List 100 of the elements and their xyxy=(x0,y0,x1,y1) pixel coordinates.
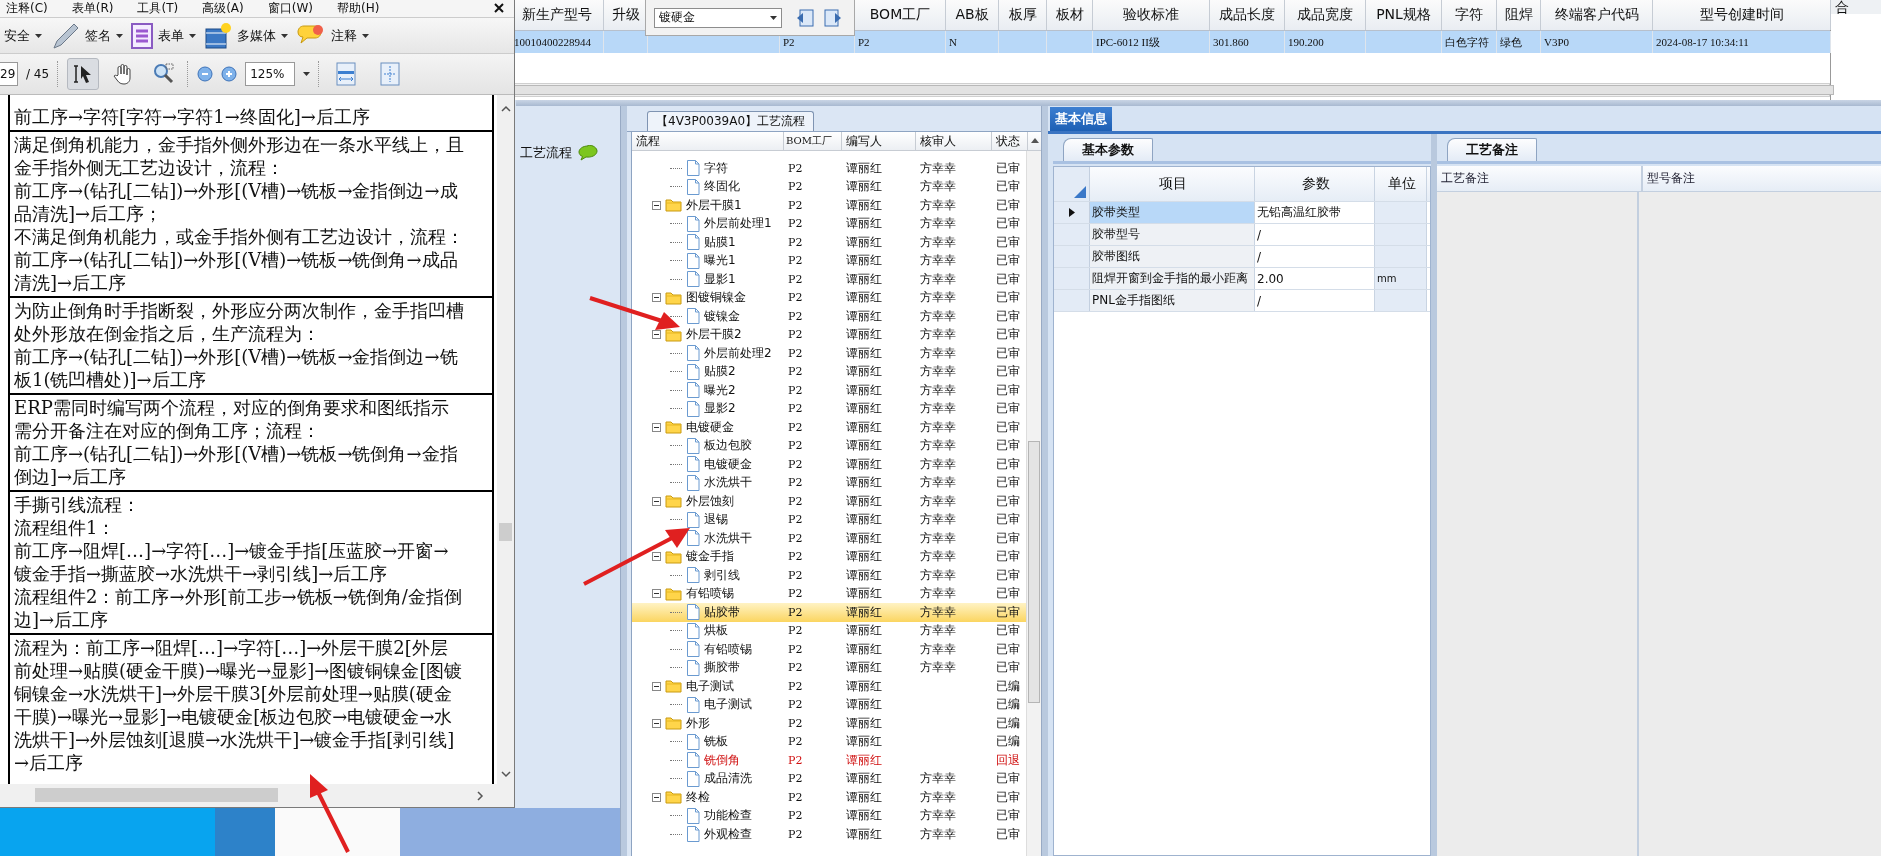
column-header[interactable]: 编写人 xyxy=(842,132,916,150)
param-row[interactable]: 胶带图纸 / xyxy=(1054,246,1430,268)
column-header[interactable]: 单位 xyxy=(1375,167,1427,201)
close-icon[interactable] xyxy=(494,3,504,13)
collapse-icon[interactable] xyxy=(652,496,661,506)
speech-bubble-icon[interactable] xyxy=(578,145,598,161)
tree-row[interactable]: 电镀硬金 P2 谭丽红 方幸幸 已审 xyxy=(632,418,1026,437)
menu-item[interactable]: 表单(R) xyxy=(71,0,114,17)
column-header[interactable]: 字符 xyxy=(1442,0,1497,30)
tree-row[interactable]: 图镀铜镍金 P2 谭丽红 方幸幸 已审 xyxy=(632,288,1026,307)
column-header[interactable]: PNL规格 xyxy=(1366,0,1442,30)
column-header[interactable]: AB板 xyxy=(946,0,999,30)
column-header[interactable]: 板厚 xyxy=(999,0,1047,30)
tree-row[interactable]: 成品清洗 P2 谭丽红 方幸幸 已审 xyxy=(632,769,1026,788)
collapse-icon[interactable] xyxy=(652,552,661,562)
tree-row[interactable]: 烘板 P2 谭丽红 方幸幸 已审 xyxy=(632,621,1026,640)
tree-row[interactable]: 外形 P2 谭丽红 已编 xyxy=(632,714,1026,733)
notes-tab[interactable]: 工艺备注 xyxy=(1447,138,1537,161)
fit-button[interactable] xyxy=(336,62,357,86)
tree-row[interactable]: 有铅喷锡 P2 谭丽红 方幸幸 已审 xyxy=(632,640,1026,659)
panel-tab[interactable]: 工艺流程 xyxy=(520,144,572,162)
tree-row[interactable]: 水洗烘干 P2 谭丽红 方幸幸 已审 xyxy=(632,473,1026,492)
collapse-icon[interactable] xyxy=(652,792,661,802)
scroll-thumb[interactable] xyxy=(1028,441,1040,703)
collapse-icon[interactable] xyxy=(652,422,661,432)
tree-row[interactable]: 铣板 P2 谭丽红 已编 xyxy=(632,732,1026,751)
column-header[interactable]: 验收标准 xyxy=(1093,0,1210,30)
toolbar-button[interactable]: 签名 xyxy=(50,20,123,51)
menu-item[interactable]: 帮助(H) xyxy=(336,0,380,17)
vertical-scrollbar[interactable] xyxy=(1026,151,1041,856)
collapse-icon[interactable] xyxy=(652,718,661,728)
tree-row[interactable]: 功能检查 P2 谭丽红 方幸幸 已审 xyxy=(632,806,1026,825)
tree-row[interactable]: 外层前处理2 P2 谭丽红 方幸幸 已审 xyxy=(632,344,1026,363)
collapse-icon[interactable] xyxy=(652,589,661,599)
column-header[interactable]: 流程 xyxy=(632,132,784,150)
tree-row[interactable]: 贴胶带 P2 谭丽红 方幸幸 已审 xyxy=(632,603,1026,622)
collapse-icon[interactable] xyxy=(652,200,661,210)
column-header[interactable]: BOM工厂 xyxy=(784,132,842,150)
column-header[interactable]: 项目 xyxy=(1090,167,1255,201)
info-tab[interactable]: 基本信息 xyxy=(1050,107,1112,131)
param-row[interactable]: 胶带类型 无铅高温红胶带 xyxy=(1054,202,1430,224)
collapse-icon[interactable] xyxy=(652,681,661,691)
tree-row[interactable]: 外层干膜2 P2 谭丽红 方幸幸 已审 xyxy=(632,325,1026,344)
tree-row[interactable]: 板边包胶 P2 谭丽红 方幸幸 已审 xyxy=(632,436,1026,455)
toolbar-button[interactable]: 多媒体 xyxy=(204,21,288,50)
tree-row[interactable]: 外层蚀刻 P2 谭丽红 方幸幸 已审 xyxy=(632,492,1026,511)
zoom-button[interactable] xyxy=(221,66,238,82)
column-header[interactable]: 阻焊 xyxy=(1497,0,1541,30)
menu-item[interactable]: 注释(C) xyxy=(6,0,48,17)
tree-row[interactable]: 铣倒角 P2 谭丽红 回退 xyxy=(632,751,1026,770)
column-header[interactable]: 参数 xyxy=(1255,167,1375,201)
page-number-field[interactable]: 29 xyxy=(0,62,18,86)
tree-row[interactable]: 显影1 P2 谭丽红 方幸幸 已审 xyxy=(632,270,1026,289)
toolbar-button[interactable]: 表单 xyxy=(131,22,196,49)
scroll-thumb[interactable] xyxy=(35,788,278,802)
menu-item[interactable]: 窗口(W) xyxy=(267,0,313,17)
column-header[interactable]: 终端客户代码 xyxy=(1541,0,1653,30)
tree-row[interactable]: 镀镍金 P2 谭丽红 方幸幸 已审 xyxy=(632,307,1026,326)
tree-row[interactable]: 有铅喷锡 P2 谭丽红 方幸幸 已审 xyxy=(632,584,1026,603)
params-tab[interactable]: 基本参数 xyxy=(1063,138,1153,161)
tree-row[interactable]: 曝光1 P2 谭丽红 方幸幸 已审 xyxy=(632,251,1026,270)
tree-row[interactable]: 贴膜1 P2 谭丽红 方幸幸 已审 xyxy=(632,233,1026,252)
tree-row[interactable]: 电镀硬金 P2 谭丽红 方幸幸 已审 xyxy=(632,455,1026,474)
tree-row[interactable]: 外层前处理1 P2 谭丽红 方幸幸 已审 xyxy=(632,214,1026,233)
dropdown-field[interactable]: 镀硬金 xyxy=(654,7,782,28)
column-header[interactable]: 型号备注 xyxy=(1643,166,1881,191)
toolbar-button[interactable]: 注释 xyxy=(296,22,369,49)
collapse-icon[interactable] xyxy=(652,293,661,303)
caret-icon[interactable] xyxy=(303,72,311,76)
tree-row[interactable]: 贴膜2 P2 谭丽红 方幸幸 已审 xyxy=(632,362,1026,381)
tree-row[interactable]: 终固化 P2 谭丽红 方幸幸 已审 xyxy=(632,177,1026,196)
tree-row[interactable]: 外层干膜1 P2 谭丽红 方幸幸 已审 xyxy=(632,196,1026,215)
menu-item[interactable]: 工具(T) xyxy=(137,0,179,17)
column-header[interactable]: 工艺备注 xyxy=(1437,166,1643,191)
tool-button[interactable] xyxy=(67,58,100,90)
column-header[interactable]: 状态 xyxy=(992,132,1028,150)
toolbar-button[interactable]: 安全 xyxy=(4,26,42,45)
zoom-button[interactable] xyxy=(197,66,214,82)
column-header[interactable]: 合 xyxy=(1831,0,1881,14)
tree-row[interactable]: 外观检查 P2 谭丽红 方幸幸 已审 xyxy=(632,825,1026,844)
tree-row[interactable]: 显影2 P2 谭丽红 方幸幸 已审 xyxy=(632,399,1026,418)
tree-row[interactable]: 剥引线 P2 谭丽红 方幸幸 已审 xyxy=(632,566,1026,585)
param-row[interactable]: 胶带型号 / xyxy=(1054,224,1430,246)
column-header[interactable]: 核审人 xyxy=(916,132,992,150)
column-header[interactable]: 板材 xyxy=(1047,0,1093,30)
tree-row[interactable]: 电子测试 P2 谭丽红 已编 xyxy=(632,677,1026,696)
param-row[interactable]: PNL金手指图纸 / xyxy=(1054,290,1430,312)
tree-row[interactable]: 电子测试 P2 谭丽红 已编 xyxy=(632,695,1026,714)
zoom-field[interactable]: 125% xyxy=(245,62,296,86)
vertical-scrollbar[interactable] xyxy=(497,95,514,784)
collapse-icon[interactable] xyxy=(652,330,661,340)
scroll-thumb[interactable] xyxy=(499,523,512,541)
tree-row[interactable]: 退锡 P2 谭丽红 方幸幸 已审 xyxy=(632,510,1026,529)
tree-row[interactable]: 镀金手指 P2 谭丽红 方幸幸 已审 xyxy=(632,547,1026,566)
column-header[interactable]: 成品宽度 xyxy=(1285,0,1366,30)
tree-row[interactable]: 终检 P2 谭丽红 方幸幸 已审 xyxy=(632,788,1026,807)
column-header[interactable]: 成品长度 xyxy=(1210,0,1285,30)
menu-item[interactable]: 高级(A) xyxy=(202,0,244,17)
tree-row[interactable]: 撕胶带 P2 谭丽红 方幸幸 已审 xyxy=(632,658,1026,677)
param-row[interactable]: 阻焊开窗到金手指的最小距离 2.00 mm xyxy=(1054,268,1430,290)
